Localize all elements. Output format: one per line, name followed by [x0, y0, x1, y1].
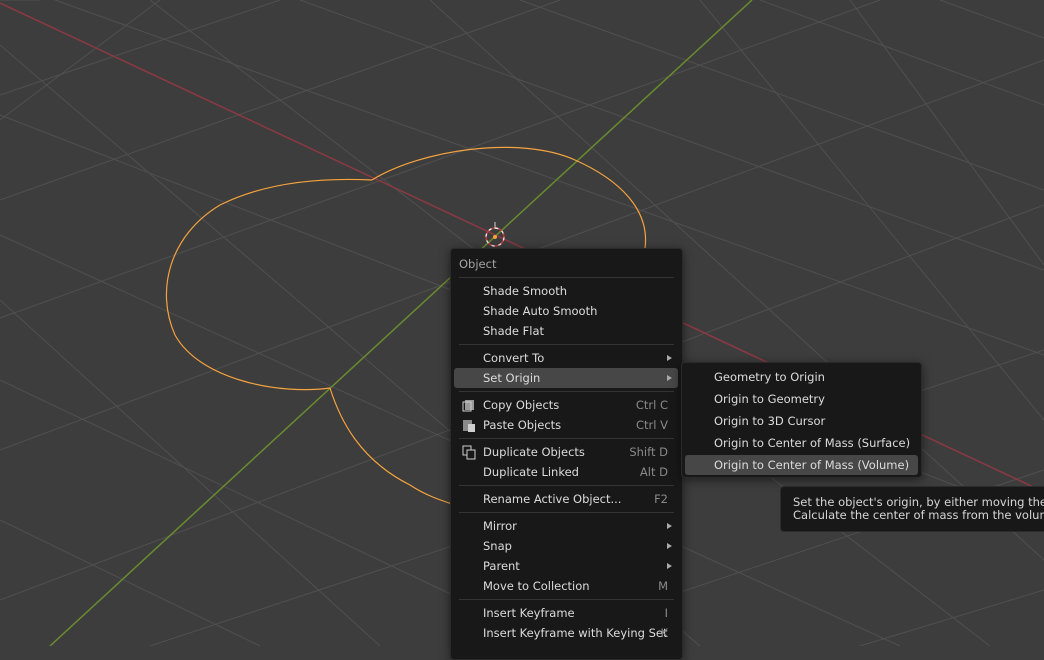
shortcut-label: F2: [654, 492, 668, 506]
menu-item-paste-objects[interactable]: Paste Objects Ctrl V: [454, 415, 678, 435]
submenu-arrow-icon: [667, 543, 672, 549]
menu-item-copy-objects[interactable]: Copy Objects Ctrl C: [454, 395, 678, 415]
menu-item-label: Origin to 3D Cursor: [714, 414, 826, 428]
menu-item-label: Origin to Geometry: [714, 392, 825, 406]
menu-item-label: Insert Keyframe: [483, 606, 575, 620]
object-context-menu: Object Shade Smooth Shade Auto Smooth Sh…: [450, 248, 683, 660]
submenu-arrow-icon: [667, 563, 672, 569]
submenu-item-origin-to-3d-cursor[interactable]: Origin to 3D Cursor: [685, 411, 918, 431]
menu-title: Object: [459, 257, 497, 271]
menu-item-label: Origin to Center of Mass (Volume): [714, 458, 910, 472]
menu-item-insert-keyframe[interactable]: Insert Keyframe I: [454, 603, 678, 623]
menu-separator: [459, 485, 674, 486]
menu-item-convert-to[interactable]: Convert To: [454, 348, 678, 368]
menu-item-label: Duplicate Linked: [483, 465, 579, 479]
menu-item-label: Rename Active Object...: [483, 492, 622, 506]
duplicate-icon: [462, 445, 476, 460]
menu-item-label: Move to Collection: [483, 579, 590, 593]
shortcut-label: I: [664, 606, 668, 620]
menu-item-label: Shade Smooth: [483, 284, 568, 298]
set-origin-submenu: Geometry to Origin Origin to Geometry Or…: [681, 362, 922, 478]
menu-item-duplicate-objects[interactable]: Duplicate Objects Shift D: [454, 442, 678, 462]
shortcut-label: Alt D: [639, 465, 668, 479]
menu-item-label: Paste Objects: [483, 418, 562, 432]
menu-item-label: Parent: [483, 559, 520, 573]
menu-item-mirror[interactable]: Mirror: [454, 516, 678, 536]
menu-item-label: Copy Objects: [483, 398, 560, 412]
copy-icon: [462, 400, 474, 412]
submenu-arrow-icon: [667, 523, 672, 529]
menu-item-label: Duplicate Objects: [483, 445, 585, 459]
menu-item-parent[interactable]: Parent: [454, 556, 678, 576]
menu-separator: [459, 512, 674, 513]
menu-item-label: Geometry to Origin: [714, 370, 825, 384]
menu-item-set-origin[interactable]: Set Origin: [454, 368, 678, 388]
menu-item-label: Shade Flat: [483, 324, 545, 338]
tooltip: Set the object's origin, by either movin…: [780, 486, 1044, 532]
menu-item-duplicate-linked[interactable]: Duplicate Linked Alt D: [454, 462, 678, 482]
menu-item-insert-keyframe-with-keying-set[interactable]: Insert Keyframe with Keying Set K: [454, 623, 678, 643]
menu-separator: [459, 344, 674, 345]
submenu-arrow-icon: [667, 355, 672, 361]
menu-item-label: Snap: [483, 539, 512, 553]
submenu-item-geometry-to-origin[interactable]: Geometry to Origin: [685, 367, 918, 387]
shortcut-label: Ctrl C: [635, 398, 668, 412]
menu-item-label: Set Origin: [483, 371, 541, 385]
menu-item-snap[interactable]: Snap: [454, 536, 678, 556]
menu-separator: [459, 438, 674, 439]
menu-item-shade-smooth[interactable]: Shade Smooth: [454, 281, 678, 301]
menu-item-shade-flat[interactable]: Shade Flat: [454, 321, 678, 341]
submenu-item-origin-to-center-of-mass-surface[interactable]: Origin to Center of Mass (Surface): [685, 433, 918, 453]
submenu-arrow-icon: [667, 375, 672, 381]
menu-item-rename-active-object[interactable]: Rename Active Object... F2: [454, 489, 678, 509]
menu-item-move-to-collection[interactable]: Move to Collection M: [454, 576, 678, 596]
menu-item-label: Shade Auto Smooth: [483, 304, 598, 318]
menu-item-label: Convert To: [483, 351, 545, 365]
submenu-item-origin-to-center-of-mass-volume[interactable]: Origin to Center of Mass (Volume): [685, 455, 918, 475]
menu-separator: [459, 599, 674, 600]
submenu-item-origin-to-geometry[interactable]: Origin to Geometry: [685, 389, 918, 409]
menu-item-label: Insert Keyframe with Keying Set: [483, 626, 668, 640]
menu-item-label: Mirror: [483, 519, 517, 533]
menu-item-label: Origin to Center of Mass (Surface): [714, 436, 911, 450]
shortcut-label: Ctrl V: [636, 418, 668, 432]
shortcut-label: Shift D: [629, 445, 668, 459]
tooltip-line-1: Set the object's origin, by either movin…: [793, 495, 1044, 509]
menu-separator: [459, 391, 674, 392]
tooltip-line-2: Calculate the center of mass from the vo…: [793, 508, 1044, 522]
shortcut-label: M: [658, 579, 668, 593]
menu-item-shade-auto-smooth[interactable]: Shade Auto Smooth: [454, 301, 678, 321]
menu-separator: [459, 277, 674, 278]
shortcut-label: K: [660, 626, 668, 640]
paste-icon: [463, 420, 475, 432]
